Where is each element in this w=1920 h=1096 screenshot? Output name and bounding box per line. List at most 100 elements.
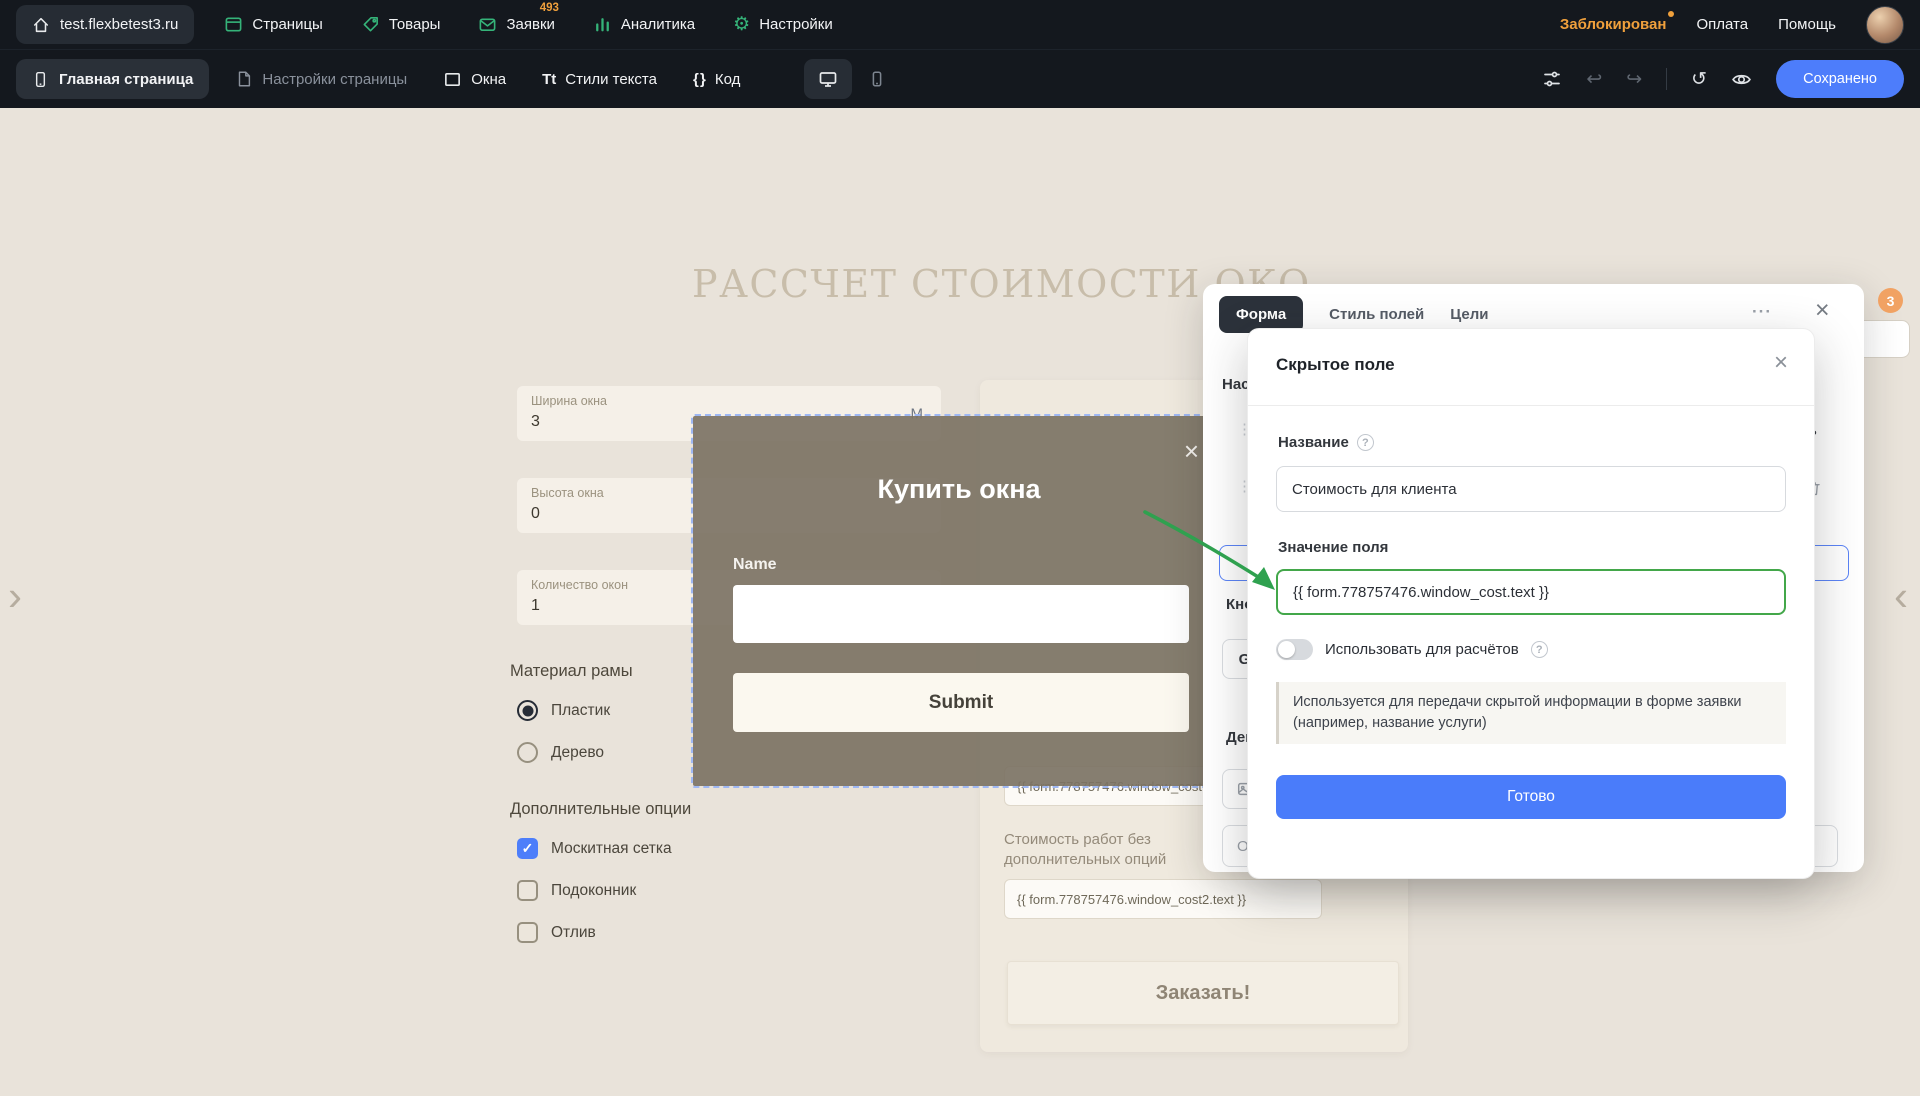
text-styles-icon: Tt	[542, 71, 556, 88]
site-domain: test.flexbetest3.ru	[60, 16, 178, 33]
nav-pages[interactable]: Страницы	[224, 15, 322, 34]
home-icon	[32, 16, 50, 34]
order-button[interactable]: Заказать!	[1007, 961, 1399, 1025]
blocked-status[interactable]: Заблокирован	[1560, 16, 1667, 33]
radio-plastic[interactable]: Пластик	[517, 700, 610, 721]
edge-left-arrow-icon[interactable]: ›	[8, 575, 22, 617]
mobile-view-button[interactable]	[868, 70, 886, 88]
code-button[interactable]: { } Код	[693, 70, 740, 89]
material-section-label: Материал рамы	[510, 662, 633, 681]
code-icon: { }	[693, 71, 706, 88]
blocked-dot	[1668, 11, 1674, 17]
cost-label: Стоимость работ без дополнительных опций	[1004, 830, 1236, 871]
submit-button[interactable]: Submit	[733, 673, 1189, 732]
edge-right-arrow-icon[interactable]: ‹	[1894, 575, 1908, 617]
modal-divider	[1248, 405, 1814, 406]
saved-button[interactable]: Сохранено	[1776, 60, 1904, 98]
history-icon[interactable]: ↺	[1691, 70, 1707, 89]
nav-settings[interactable]: ⚙ Настройки	[733, 15, 833, 34]
checkbox-mosquito-net-control[interactable]: ✓	[517, 838, 538, 859]
analytics-icon	[593, 15, 612, 34]
preview-eye-icon[interactable]	[1731, 69, 1752, 90]
desktop-view-button[interactable]	[804, 59, 852, 99]
checkbox-drip-control[interactable]	[517, 922, 538, 943]
products-icon	[361, 15, 380, 34]
buy-modal-close-icon[interactable]: ×	[1184, 438, 1199, 464]
text-styles-button[interactable]: Tt Стили текста	[542, 70, 657, 89]
toolbar-right: ↩ ↪ ↺ Сохранено	[1542, 60, 1904, 98]
current-page-label: Главная страница	[59, 71, 193, 88]
field-value-input[interactable]: {{ form.778757476.window_cost.text }}	[1276, 569, 1786, 615]
hidden-field-modal-title: Скрытое поле	[1276, 355, 1395, 375]
page-settings-icon	[235, 70, 253, 88]
editor-toolbar: Главная страница Настройки страницы Окна…	[0, 49, 1920, 108]
windows-button[interactable]: Окна	[443, 70, 506, 89]
settings-gear-icon: ⚙	[733, 15, 750, 34]
hidden-field-display-2[interactable]: {{ form.778757476.window_cost2.text }}	[1004, 879, 1322, 919]
windows-icon	[443, 70, 462, 89]
calc-help-icon[interactable]: ?	[1531, 641, 1548, 658]
nav-products[interactable]: Товары	[361, 15, 441, 34]
page-settings-label: Настройки страницы	[262, 71, 407, 88]
device-switch	[804, 59, 886, 99]
radio-wood[interactable]: Дерево	[517, 742, 604, 763]
hidden-field-modal: Скрытое поле × Название ? Стоимость для …	[1247, 328, 1815, 879]
width-field-label: Ширина окна	[531, 394, 927, 408]
hidden-field-hint: Используется для передачи скрытой информ…	[1276, 682, 1786, 744]
windows-label: Окна	[471, 71, 506, 88]
field-name-input[interactable]: Стоимость для клиента	[1276, 466, 1786, 512]
hidden-field-modal-close-icon[interactable]: ×	[1774, 349, 1788, 377]
name-help-icon[interactable]: ?	[1357, 434, 1374, 451]
nav-products-label: Товары	[389, 16, 441, 33]
field-name-label: Название	[1278, 434, 1349, 451]
payment-link[interactable]: Оплата	[1696, 16, 1748, 33]
mobile-icon	[868, 70, 886, 88]
panel-section-fragment: Нас	[1222, 376, 1250, 393]
annotation-arrow	[1135, 500, 1305, 610]
calc-toggle[interactable]	[1276, 639, 1313, 660]
calc-toggle-row: Использовать для расчётов ?	[1276, 639, 1548, 660]
name-label-row: Название ?	[1278, 434, 1374, 451]
checkbox-sill[interactable]: Подоконник	[517, 880, 636, 901]
nav-analytics[interactable]: Аналитика	[593, 15, 695, 34]
page-settings-button[interactable]: Настройки страницы	[235, 70, 407, 89]
top-bar: test.flexbetest3.ru Страницы Товары Заяв…	[0, 0, 1920, 49]
text-styles-label: Стили текста	[565, 71, 657, 88]
layout-settings-icon[interactable]	[1542, 69, 1562, 89]
radio-plastic-label: Пластик	[551, 702, 610, 720]
top-bar-right: Заблокирован Оплата Помощь	[1560, 6, 1904, 44]
toolbar-divider	[1666, 68, 1667, 90]
page-phone-icon	[32, 71, 49, 88]
panel-more-icon[interactable]: ···	[1752, 302, 1772, 322]
name-input[interactable]	[733, 585, 1189, 643]
checkbox-drip[interactable]: Отлив	[517, 922, 596, 943]
undo-icon[interactable]: ↩	[1586, 70, 1602, 89]
toolbar-items: Настройки страницы Окна Tt Стили текста …	[235, 70, 740, 89]
radio-wood-label: Дерево	[551, 744, 604, 762]
flexbe-editor-screen: test.flexbetest3.ru Страницы Товары Заяв…	[0, 0, 1920, 1096]
nav-analytics-label: Аналитика	[621, 16, 695, 33]
nav-settings-label: Настройки	[759, 16, 833, 33]
tab-goals[interactable]: Цели	[1450, 306, 1488, 323]
radio-wood-control[interactable]	[517, 742, 538, 763]
radio-plastic-control[interactable]	[517, 700, 538, 721]
checkbox-mosquito-net[interactable]: ✓ Москитная сетка	[517, 838, 672, 859]
help-link[interactable]: Помощь	[1778, 16, 1836, 33]
user-avatar[interactable]	[1866, 6, 1904, 44]
code-label: Код	[715, 71, 741, 88]
desktop-icon	[818, 69, 838, 89]
checkbox-mosquito-net-label: Москитная сетка	[551, 840, 672, 858]
leads-count-badge: 493	[540, 2, 559, 14]
checkbox-sill-control[interactable]	[517, 880, 538, 901]
site-domain-chip[interactable]: test.flexbetest3.ru	[16, 5, 194, 44]
calc-toggle-label: Использовать для расчётов	[1325, 641, 1519, 658]
panel-close-icon[interactable]: ×	[1815, 296, 1830, 325]
leads-icon	[478, 15, 497, 34]
current-page-button[interactable]: Главная страница	[16, 59, 209, 99]
redo-icon[interactable]: ↪	[1626, 70, 1642, 89]
nav-pages-label: Страницы	[252, 16, 322, 33]
tab-field-style[interactable]: Стиль полей	[1329, 306, 1424, 323]
nav-leads[interactable]: Заявки 493	[478, 15, 554, 34]
top-nav: Страницы Товары Заявки 493 Аналитика	[224, 15, 832, 34]
done-button[interactable]: Готово	[1276, 775, 1786, 819]
